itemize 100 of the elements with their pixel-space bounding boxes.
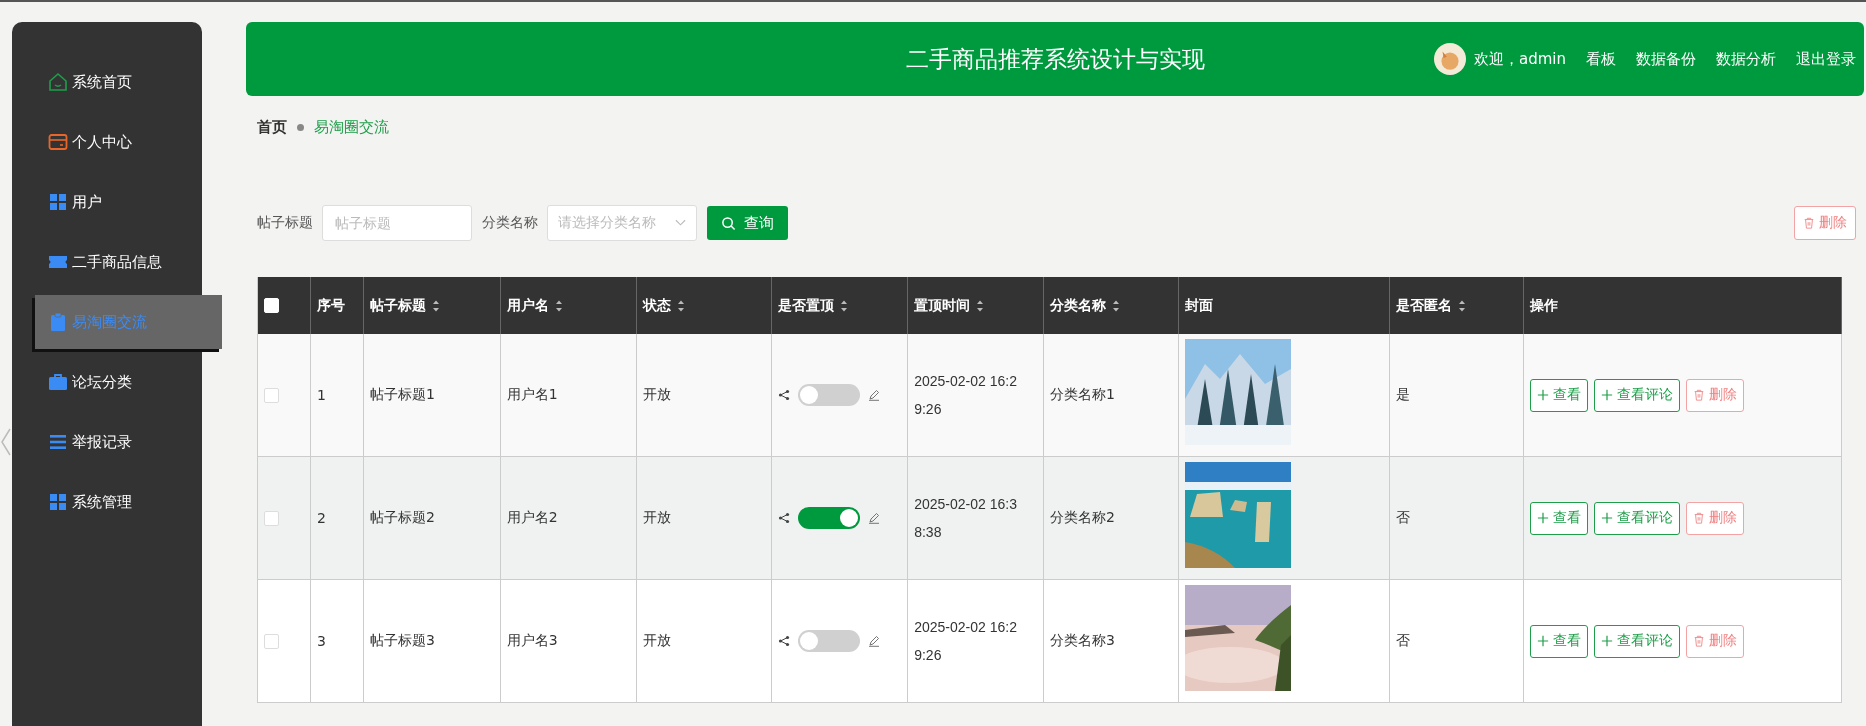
table-cell: 用户名2 (506, 509, 558, 527)
column-header: 封面 (1184, 296, 1213, 315)
share-icon[interactable] (778, 635, 791, 647)
wallet-icon (48, 132, 68, 152)
welcome-text: 欢迎，admin (1474, 49, 1566, 69)
header-link[interactable]: 退出登录 (1796, 49, 1856, 69)
sort-icon[interactable] (840, 298, 849, 313)
pencil-icon[interactable] (868, 389, 881, 401)
pencil-icon[interactable] (868, 512, 881, 524)
plus-icon (1601, 635, 1614, 647)
search-field[interactable]: 帖子标题 (322, 205, 472, 241)
table-cell: 分类名称3 (1050, 632, 1115, 650)
sidebar-item[interactable]: 论坛分类 (12, 352, 202, 412)
search-button[interactable]: 查询 (707, 206, 788, 240)
chevron-down-icon (675, 219, 686, 227)
grid-icon (48, 492, 68, 512)
column-header: 是否置顶 (778, 296, 835, 315)
select-all-checkbox[interactable] (264, 298, 279, 313)
column-header: 分类名称 (1050, 296, 1106, 315)
header-cell[interactable]: 帖子标题 (363, 277, 501, 334)
sort-icon[interactable] (1112, 298, 1120, 313)
toggle-switch[interactable] (798, 507, 861, 529)
view-button[interactable]: 查看评论 (1594, 378, 1681, 412)
table-cell: 1 (316, 387, 326, 403)
row-checkbox[interactable] (264, 633, 279, 649)
table-cell: 用户名3 (506, 632, 558, 650)
sort-icon[interactable] (676, 298, 685, 313)
briefcase-icon (48, 372, 68, 392)
header-cell[interactable]: 操作 (1524, 277, 1842, 334)
header-cell[interactable]: 状态 (636, 277, 773, 334)
table-cell: 否 (1395, 509, 1410, 527)
table-cell-text: 2025-02-02 16:29:26 (914, 618, 1018, 665)
pencil-icon[interactable] (868, 635, 881, 647)
header-cell[interactable]: 序号 (310, 277, 364, 334)
sort-icon[interactable] (976, 298, 985, 313)
trash-icon (1693, 635, 1706, 647)
column-header: 是否匿名 (1395, 296, 1452, 315)
header-cell[interactable]: 封面 (1178, 277, 1390, 334)
header-cell[interactable]: 分类名称 (1044, 277, 1179, 334)
table-cell: 帖子标题1 (369, 386, 435, 404)
table-cell: 开放 (642, 386, 671, 404)
app-title: 二手商品推荐系统设计与实现 (905, 44, 1205, 74)
sort-icon[interactable] (431, 298, 440, 313)
plus-icon (1537, 512, 1550, 524)
table-cell: 开放 (642, 509, 671, 527)
table-cell: 3 (316, 633, 326, 649)
table-cell: 用户名1 (506, 386, 558, 404)
sidebar-item[interactable]: 二手商品信息 (12, 232, 202, 292)
column-header: 帖子标题 (369, 296, 426, 315)
sort-icon[interactable] (1457, 298, 1466, 313)
header-cell[interactable]: 是否置顶 (772, 277, 909, 334)
plus-icon (1601, 389, 1614, 401)
share-icon[interactable] (778, 389, 791, 401)
column-header: 序号 (316, 296, 345, 315)
breadcrumb-current: 易淘圈交流 (314, 118, 389, 137)
share-icon[interactable] (778, 512, 791, 524)
view-button[interactable]: 查看 (1530, 378, 1589, 412)
header-link[interactable]: 看板 (1586, 49, 1616, 69)
view-button[interactable]: 查看 (1530, 501, 1589, 535)
sidebar-item[interactable]: 举报记录 (12, 412, 202, 472)
sidebar-item[interactable]: 个人中心 (12, 112, 202, 172)
plus-icon (1537, 389, 1550, 401)
sidebar-item[interactable]: 系统管理 (12, 472, 202, 532)
avatar-icon[interactable] (1434, 43, 1466, 75)
table-cell: 开放 (642, 632, 671, 650)
header-cell[interactable]: 置顶时间 (908, 277, 1044, 334)
column-header: 操作 (1530, 296, 1559, 315)
toggle-switch[interactable] (798, 630, 861, 652)
table-cell-text: 2025-02-02 16:29:26 (914, 372, 1018, 419)
view-button[interactable]: 查看评论 (1594, 501, 1681, 535)
sort-icon[interactable] (554, 298, 563, 313)
header-link[interactable]: 数据备份 (1636, 49, 1696, 69)
view-button[interactable]: 查看 (1530, 624, 1589, 658)
sidebar-item[interactable]: 系统首页 (12, 52, 202, 112)
table-cell: 帖子标题3 (369, 632, 435, 650)
trash-icon (1693, 389, 1706, 401)
view-button[interactable]: 查看评论 (1594, 624, 1681, 658)
row-checkbox[interactable] (264, 510, 279, 526)
trash-icon (1803, 217, 1815, 229)
trash-icon (1693, 512, 1706, 524)
grid-icon (48, 192, 68, 212)
table-cell: 分类名称2 (1050, 509, 1115, 527)
column-header: 状态 (642, 296, 671, 315)
field-label: 分类名称 (482, 214, 538, 232)
toggle-switch[interactable] (798, 384, 861, 406)
column-header: 用户名 (506, 296, 549, 315)
table-cell: 否 (1395, 632, 1410, 650)
row-checkbox[interactable] (264, 387, 279, 403)
column-header: 置顶时间 (914, 296, 971, 315)
header-cell[interactable]: 是否匿名 (1389, 277, 1525, 334)
breadcrumb-link[interactable]: 首页 (257, 118, 287, 137)
table-cell: 分类名称1 (1050, 386, 1115, 404)
header-link[interactable]: 数据分析 (1716, 49, 1776, 69)
table-cell-text: 2025-02-02 16:38:38 (914, 495, 1018, 542)
search-icon (721, 215, 736, 231)
sidebar-item[interactable]: 用户 (12, 172, 202, 232)
field-label: 帖子标题 (257, 214, 313, 232)
plus-icon (1537, 635, 1550, 647)
header-cell[interactable]: 用户名 (500, 277, 637, 334)
list-icon (48, 432, 68, 452)
